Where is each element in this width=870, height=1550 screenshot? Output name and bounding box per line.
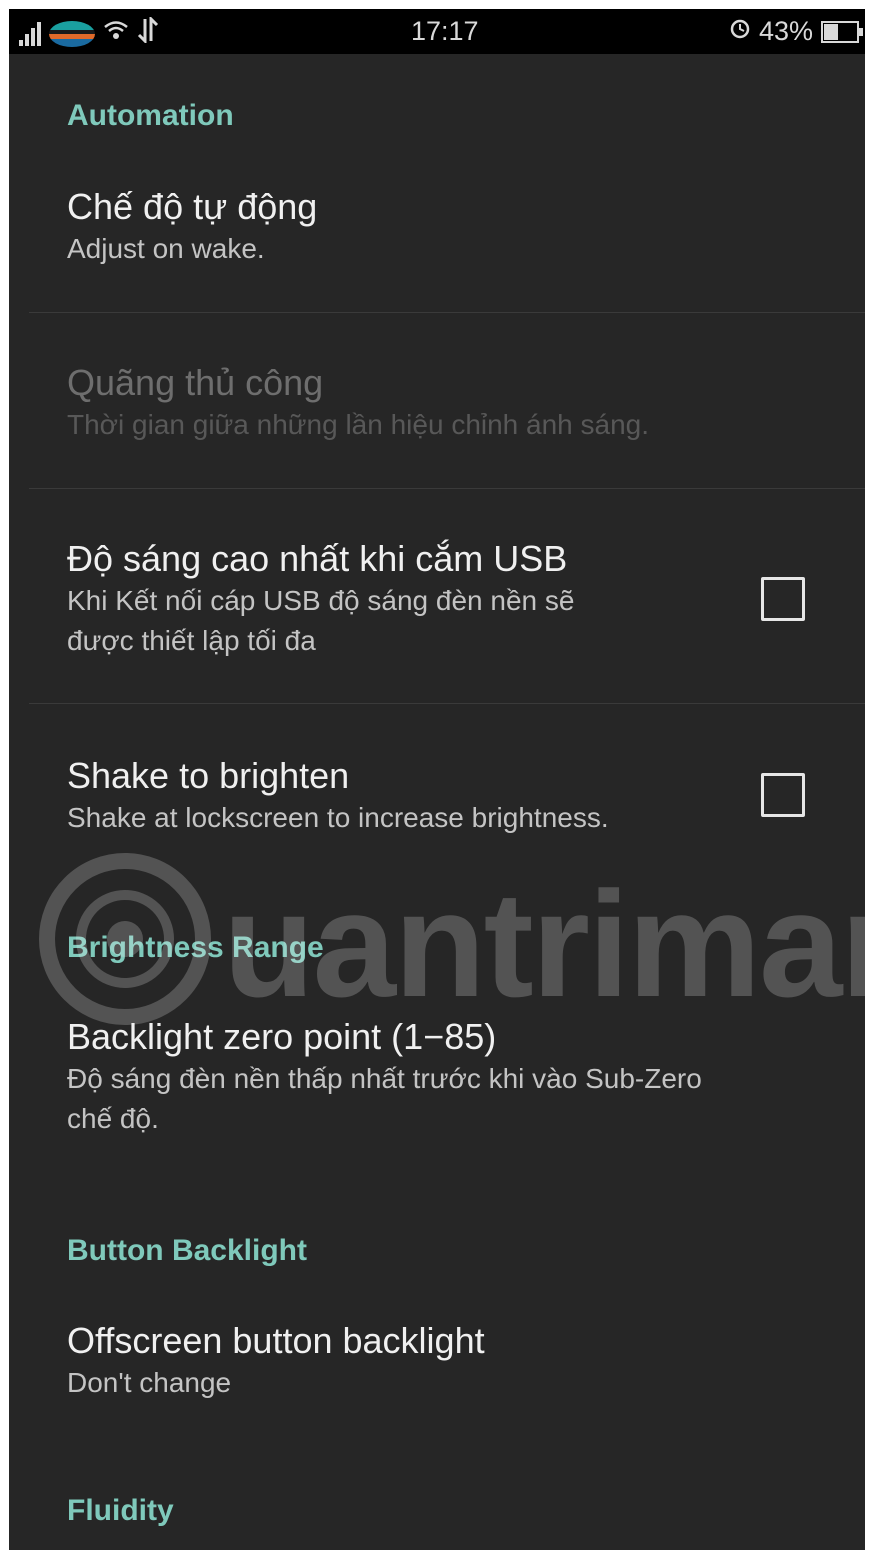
signal-icon xyxy=(19,21,41,46)
pref-manual-interval-title: Quãng thủ công xyxy=(67,362,324,403)
pref-offscreen-title: Offscreen button backlight xyxy=(67,1320,485,1361)
battery-level-fill xyxy=(824,23,838,40)
carrier-icon xyxy=(49,20,95,47)
battery-percent: 43% xyxy=(758,16,813,46)
pref-manual-interval: Quãng thủ công Thời gian giữa những lần … xyxy=(67,361,857,445)
section-header-automation: Automation xyxy=(67,99,234,132)
pref-zero-point-summary-line2: chế độ. xyxy=(67,1103,159,1134)
divider xyxy=(29,488,865,489)
status-time: 17:17 xyxy=(411,16,479,46)
alarm-icon xyxy=(729,16,751,47)
pref-usb-max-brightness[interactable]: Độ sáng cao nhất khi cắm USB Khi Kết nối… xyxy=(67,537,857,661)
pref-usb-max-summary-line1: Khi Kết nối cáp USB độ sáng đèn nền sẽ xyxy=(67,585,575,616)
pref-zero-point-title: Backlight zero point (1−85) xyxy=(67,1016,497,1057)
battery-icon xyxy=(821,20,863,43)
divider xyxy=(29,703,865,704)
pref-auto-mode-title: Chế độ tự động xyxy=(67,186,318,227)
shake-checkbox[interactable] xyxy=(761,773,805,817)
pref-shake-to-brighten[interactable]: Shake to brighten Shake at lockscreen to… xyxy=(67,754,857,838)
usb-max-checkbox[interactable] xyxy=(761,577,805,621)
pref-auto-mode-summary: Adjust on wake. xyxy=(67,233,265,264)
status-bar: 17:17 43% xyxy=(9,9,865,54)
section-header-button-backlight: Button Backlight xyxy=(67,1234,307,1267)
settings-screen: 17:17 43% Automation Chế độ tự động Adju… xyxy=(9,9,865,1550)
pref-shake-summary: Shake at lockscreen to increase brightne… xyxy=(67,802,609,833)
section-header-fluidity: Fluidity xyxy=(67,1494,174,1527)
pref-usb-max-title: Độ sáng cao nhất khi cắm USB xyxy=(67,538,568,579)
section-header-brightness-range: Brightness Range xyxy=(67,931,324,964)
pref-manual-interval-summary: Thời gian giữa những lần hiệu chỉnh ánh … xyxy=(67,409,650,440)
pref-shake-title: Shake to brighten xyxy=(67,755,350,796)
pref-usb-max-summary-line2: được thiết lập tối đa xyxy=(67,625,316,656)
pref-auto-mode[interactable]: Chế độ tự động Adjust on wake. xyxy=(67,185,857,269)
pref-offscreen-button-backlight[interactable]: Offscreen button backlight Don't change xyxy=(67,1319,857,1403)
status-right-icons: 43% xyxy=(729,16,863,47)
data-icon xyxy=(137,15,159,50)
pref-backlight-zero-point[interactable]: Backlight zero point (1−85) Độ sáng đèn … xyxy=(67,1015,857,1139)
pref-zero-point-summary-line1: Độ sáng đèn nền thấp nhất trước khi vào … xyxy=(67,1063,702,1094)
wifi-icon xyxy=(103,18,129,49)
pref-offscreen-summary: Don't change xyxy=(67,1367,232,1398)
status-left-icons xyxy=(19,15,159,50)
divider xyxy=(29,312,865,313)
